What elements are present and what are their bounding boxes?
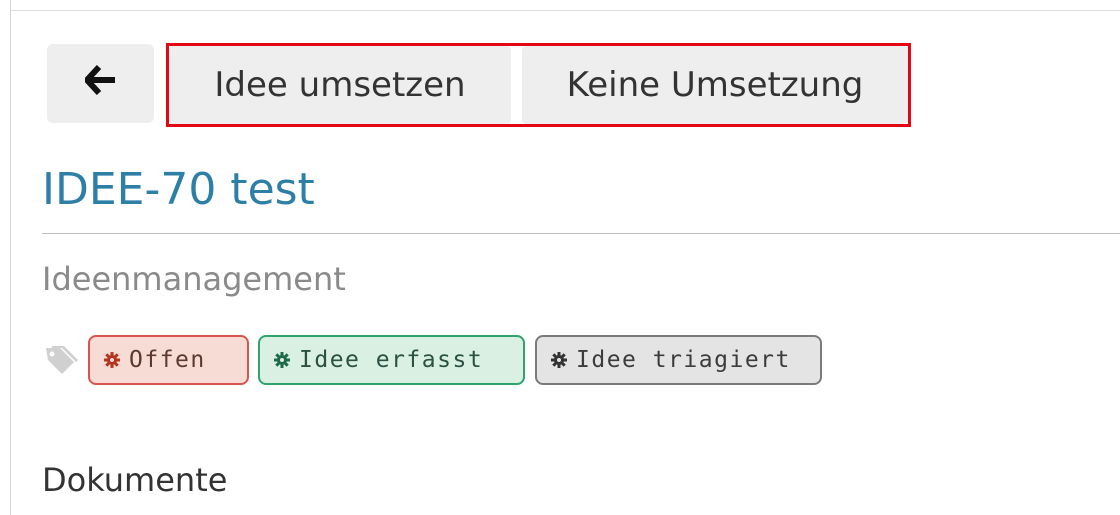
title-divider <box>42 233 1120 234</box>
implement-idea-label: Idee umsetzen <box>214 65 466 105</box>
no-implementation-button[interactable]: Keine Umsetzung <box>522 46 908 124</box>
status-tag-triaged[interactable]: Idee triagiert <box>535 335 822 385</box>
status-tag-label: Offen <box>129 347 206 373</box>
no-implementation-label: Keine Umsetzung <box>566 65 864 105</box>
project-name: Ideenmanagement <box>42 260 346 298</box>
issue-panel: Idee umsetzen Keine Umsetzung IDEE-70 te… <box>0 0 1120 515</box>
tags-icon <box>42 344 80 382</box>
back-button[interactable] <box>47 44 154 123</box>
status-tag-label: Idee erfasst <box>299 347 484 373</box>
gear-icon <box>551 352 567 368</box>
status-tag-label: Idee triagiert <box>576 347 791 373</box>
status-tag-captured[interactable]: Idee erfasst <box>258 335 525 385</box>
gear-icon <box>274 352 290 368</box>
implement-idea-button[interactable]: Idee umsetzen <box>169 46 511 124</box>
arrow-left-icon <box>82 64 117 104</box>
status-tag-open[interactable]: Offen <box>88 335 249 385</box>
documents-heading: Dokumente <box>42 461 228 499</box>
issue-title: IDEE-70 test <box>42 164 315 215</box>
panel-left-border <box>10 0 11 515</box>
gear-icon <box>104 352 120 368</box>
panel-top-border <box>10 10 1120 11</box>
